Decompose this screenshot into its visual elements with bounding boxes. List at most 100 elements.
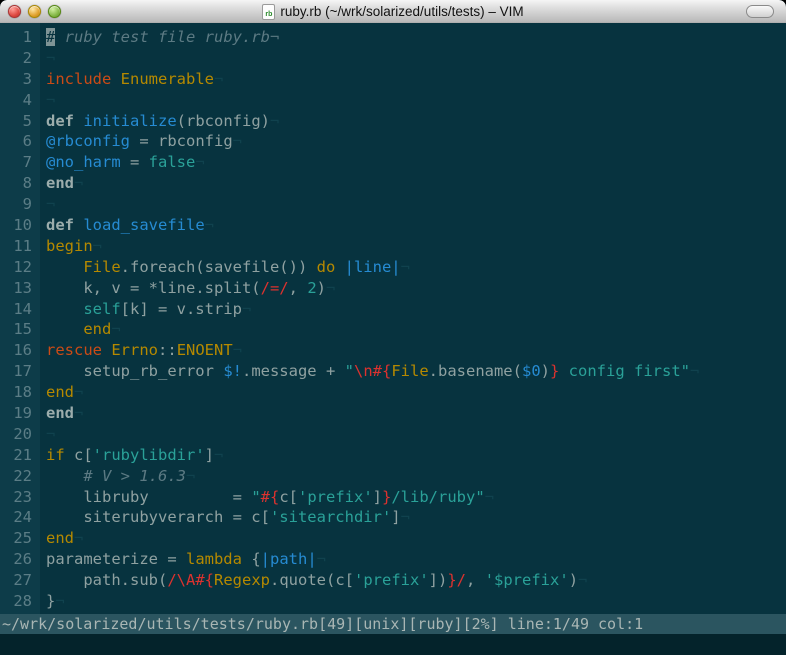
line-content[interactable]: self[k] = v.strip¬ bbox=[40, 300, 251, 318]
syntax-token: ENOENT bbox=[176, 341, 233, 360]
code-line[interactable]: 6 @rbconfig = rbconfig¬ bbox=[0, 131, 786, 152]
code-line[interactable]: 2 ¬ bbox=[0, 48, 786, 69]
code-line[interactable]: 22 # V > 1.6.3¬ bbox=[0, 466, 786, 487]
line-content[interactable]: begin¬ bbox=[40, 237, 102, 255]
syntax-token: ¬ bbox=[195, 153, 205, 172]
code-line[interactable]: 26 parameterize = lambda {|path|¬ bbox=[0, 549, 786, 570]
line-content[interactable]: def load_savefile¬ bbox=[40, 216, 214, 234]
line-number: 23 bbox=[13, 487, 32, 506]
syntax-token bbox=[74, 216, 83, 234]
syntax-token bbox=[335, 258, 344, 276]
code-line[interactable]: 4 ¬ bbox=[0, 90, 786, 111]
code-line[interactable]: 28}¬ bbox=[0, 591, 786, 612]
line-content[interactable]: ¬ bbox=[40, 49, 55, 67]
line-content[interactable]: File.foreach(savefile()) do |line|¬ bbox=[40, 258, 410, 276]
code-line[interactable]: 15 end¬ bbox=[0, 319, 786, 340]
code-line[interactable]: 27 path.sub(/\A#{Regexp.quote(c['prefix'… bbox=[0, 570, 786, 591]
syntax-token: ¬ bbox=[316, 550, 326, 569]
line-content[interactable]: libruby = "#{c['prefix']}/lib/ruby"¬ bbox=[40, 488, 494, 506]
syntax-token: ] bbox=[204, 445, 214, 464]
syntax-token: " bbox=[251, 487, 261, 506]
line-content[interactable]: }¬ bbox=[40, 592, 65, 610]
code-line[interactable]: 18 end¬ bbox=[0, 382, 786, 403]
line-content[interactable]: parameterize = lambda {|path|¬ bbox=[40, 550, 326, 568]
code-line[interactable]: 1 # ruby test file ruby.rb¬ bbox=[0, 27, 786, 48]
line-content[interactable]: end¬ bbox=[40, 529, 83, 547]
code-lines[interactable]: 1 # ruby test file ruby.rb¬ 2 ¬ 3 include Enu… bbox=[0, 27, 786, 612]
syntax-token: ¬ bbox=[690, 362, 700, 381]
code-line[interactable]: 16 rescue Errno::ENOENT¬ bbox=[0, 340, 786, 361]
line-content[interactable]: def initialize(rbconfig)¬ bbox=[40, 112, 279, 130]
syntax-token bbox=[111, 70, 120, 88]
code-line[interactable]: 25 end¬ bbox=[0, 528, 786, 549]
code-line[interactable]: 9 ¬ bbox=[0, 194, 786, 215]
line-content[interactable]: ¬ bbox=[40, 91, 55, 109]
syntax-token: ¬ bbox=[55, 592, 65, 611]
line-content[interactable]: rescue Errno::ENOENT¬ bbox=[40, 341, 242, 359]
code-line[interactable]: 14 self[k] = v.strip¬ bbox=[0, 299, 786, 320]
code-line[interactable]: 21 if c['rubylibdir']¬ bbox=[0, 445, 786, 466]
line-number: 11 bbox=[13, 236, 32, 255]
code-line[interactable]: 24 siterubyverarch = c['sitearchdir']¬ bbox=[0, 507, 786, 528]
syntax-token: ¬ bbox=[74, 174, 84, 193]
syntax-token: = rbconfig bbox=[130, 132, 233, 151]
syntax-token: /\A bbox=[167, 571, 196, 590]
syntax-token: File bbox=[83, 257, 121, 276]
code-line[interactable]: 13 k, v = *line.split(/=/, 2)¬ bbox=[0, 278, 786, 299]
window-titlebar[interactable]: rb ruby.rb (~/wrk/solarized/utils/tests)… bbox=[0, 0, 786, 24]
line-number: 10 bbox=[13, 216, 32, 235]
line-content[interactable]: k, v = *line.split(/=/, 2)¬ bbox=[40, 279, 335, 297]
line-content[interactable]: if c['rubylibdir']¬ bbox=[40, 446, 223, 464]
line-content[interactable]: end¬ bbox=[40, 320, 120, 338]
syntax-token: @no_harm bbox=[46, 153, 121, 172]
syntax-token: config first bbox=[559, 362, 681, 381]
vim-statusline: ~/wrk/solarized/utils/tests/ruby.rb[49][… bbox=[0, 614, 786, 634]
line-content[interactable]: setup_rb_error $!.message + "\n#{File.ba… bbox=[40, 362, 699, 380]
syntax-token: { bbox=[241, 550, 261, 569]
syntax-token: ¬ bbox=[232, 341, 243, 360]
code-line[interactable]: 17 setup_rb_error $!.message + "\n#{File… bbox=[0, 361, 786, 382]
line-number: 6 bbox=[22, 132, 32, 151]
syntax-token: |line| bbox=[344, 257, 401, 276]
syntax-token: File bbox=[391, 362, 429, 381]
syntax-token: begin bbox=[46, 236, 93, 255]
syntax-token: $! bbox=[223, 362, 242, 381]
line-content[interactable]: ¬ bbox=[40, 195, 55, 213]
syntax-token: ¬ bbox=[232, 132, 242, 151]
syntax-token bbox=[46, 258, 83, 276]
line-content[interactable]: @rbconfig = rbconfig¬ bbox=[40, 132, 242, 150]
syntax-token: siterubyverarch = c[ bbox=[46, 508, 270, 527]
line-content[interactable]: end¬ bbox=[40, 383, 83, 401]
code-line[interactable]: 3 include Enumerable¬ bbox=[0, 69, 786, 90]
code-line[interactable]: 23 libruby = "#{c['prefix']}/lib/ruby"¬ bbox=[0, 487, 786, 508]
syntax-token: @rbconfig bbox=[46, 132, 130, 151]
code-line[interactable]: 20 ¬ bbox=[0, 424, 786, 445]
syntax-token: " bbox=[680, 362, 691, 381]
line-content[interactable]: @no_harm = false¬ bbox=[40, 153, 205, 171]
syntax-token: [k] = v.strip bbox=[120, 299, 242, 318]
code-line[interactable]: 12 File.foreach(savefile()) do |line|¬ bbox=[0, 257, 786, 278]
line-content[interactable]: ¬ bbox=[40, 425, 55, 443]
code-line[interactable]: 7 @no_harm = false¬ bbox=[0, 152, 786, 173]
line-number: 5 bbox=[22, 111, 32, 130]
code-line[interactable]: 10 def load_savefile¬ bbox=[0, 215, 786, 236]
code-line[interactable]: 19 end¬ bbox=[0, 403, 786, 424]
vim-command-line[interactable] bbox=[0, 634, 786, 655]
code-editor[interactable]: 1 # ruby test file ruby.rb¬ 2 ¬ 3 include Enu… bbox=[0, 23, 786, 614]
syntax-token: initialize bbox=[83, 111, 177, 130]
syntax-token: ] bbox=[372, 487, 382, 506]
syntax-token: end bbox=[46, 174, 74, 193]
line-content[interactable]: siterubyverarch = c['sitearchdir']¬ bbox=[40, 508, 410, 526]
line-content[interactable]: # ruby test file ruby.rb¬ bbox=[40, 28, 279, 46]
syntax-token: ¬ bbox=[74, 404, 84, 423]
line-content[interactable]: # V > 1.6.3¬ bbox=[40, 467, 195, 485]
code-line[interactable]: 8 end¬ bbox=[0, 173, 786, 194]
code-line[interactable]: 5 def initialize(rbconfig)¬ bbox=[0, 111, 786, 132]
line-content[interactable]: end¬ bbox=[40, 174, 83, 192]
line-content[interactable]: end¬ bbox=[40, 404, 83, 422]
line-content[interactable]: path.sub(/\A#{Regexp.quote(c['prefix'])}… bbox=[40, 571, 587, 589]
code-line[interactable]: 11 begin¬ bbox=[0, 236, 786, 257]
syntax-token: } bbox=[447, 571, 457, 590]
line-content[interactable]: include Enumerable¬ bbox=[40, 70, 223, 88]
toolbar-toggle-button[interactable] bbox=[746, 5, 774, 18]
